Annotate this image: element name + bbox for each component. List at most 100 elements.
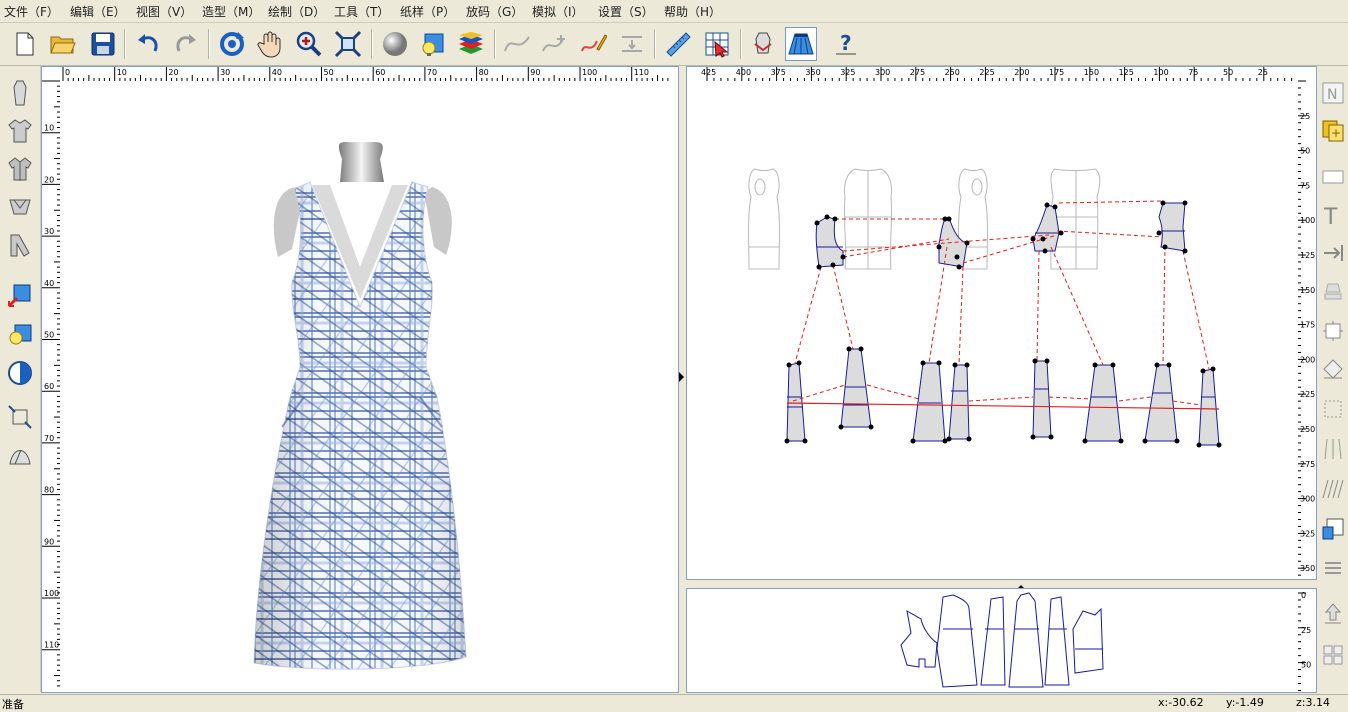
ruler-label: 200 [1300, 355, 1315, 364]
ruler-label: 400 [736, 68, 751, 77]
sphere-shading-icon[interactable] [379, 27, 411, 61]
redo-icon[interactable] [170, 27, 202, 61]
light-bulb-icon[interactable] [417, 27, 449, 61]
ruler-label: 40 [272, 68, 282, 77]
tshirt-icon[interactable] [4, 114, 36, 148]
ruler-label: 325 [840, 68, 855, 77]
layers-icon[interactable] [455, 27, 487, 61]
new-file-icon[interactable] [9, 27, 41, 61]
shape-icon[interactable] [4, 438, 36, 472]
ruler-label: 50 [44, 331, 54, 340]
help-icon[interactable]: ? [830, 27, 862, 61]
ruler-label: 10 [117, 68, 127, 77]
sleeve-icon[interactable] [4, 228, 36, 262]
pan-hand-icon[interactable] [254, 27, 286, 61]
ruler-label: 425 [701, 68, 716, 77]
rectangle-icon[interactable] [1320, 162, 1346, 192]
ruler-label: 110 [634, 68, 649, 77]
rotate-view-icon[interactable] [216, 27, 248, 61]
zoom-icon[interactable] [293, 27, 325, 61]
grid-four-icon[interactable] [1320, 640, 1346, 670]
pen-draw-icon[interactable] [577, 27, 609, 61]
menu-pattern[interactable]: 纸样（P） [400, 3, 455, 20]
ruler-label: 100 [1153, 68, 1168, 77]
fit-view-icon[interactable] [332, 27, 364, 61]
splitter-handle[interactable] [679, 372, 685, 382]
menu-draw[interactable]: 绘制（D） [268, 3, 325, 20]
menu-simulate[interactable]: 模拟（I） [532, 3, 584, 20]
stamp-icon[interactable] [1320, 276, 1346, 306]
ruler-label: 225 [1300, 390, 1315, 399]
ruler-label: 325 [1300, 529, 1315, 538]
ruler-label: 40 [44, 279, 54, 288]
frame-icon[interactable] [1320, 316, 1346, 346]
3d-view-panel[interactable]: 0 10 20 30 40 50 60 70 80 90 100 110 10 20 30 40 50 60 70… [41, 66, 679, 693]
diamond-icon[interactable] [1320, 354, 1346, 384]
curve-edit-icon[interactable] [539, 27, 571, 61]
transform-icon[interactable] [4, 400, 36, 434]
mannequin-pattern-icon[interactable] [747, 27, 779, 61]
svg-text:N: N [1327, 87, 1337, 103]
piece-info-icon[interactable] [1320, 514, 1346, 544]
left-toolbox [0, 66, 41, 692]
upload-icon[interactable] [1320, 598, 1346, 628]
panel-splitter-handle[interactable] [1016, 580, 1026, 590]
3d-view-canvas[interactable]: 0 10 20 30 40 50 60 70 80 90 100 110 10 20 30 40 50 60 70… [42, 67, 678, 692]
menu-settings[interactable]: 设置（S） [598, 3, 654, 20]
undo-icon[interactable] [132, 27, 164, 61]
2d-pattern-panel[interactable]: 425 400 375 350 325 300 275 250 225 200 175 150 125 1… [686, 66, 1317, 580]
menu-view[interactable]: 视图（V） [136, 3, 192, 20]
pattern-layout-panel[interactable]: 0 25 50 [686, 588, 1317, 693]
menu-file[interactable]: 文件（F） [4, 3, 59, 20]
menu-edit[interactable]: 编辑（E） [70, 3, 126, 20]
collar-icon[interactable] [4, 190, 36, 224]
list-icon[interactable] [1320, 554, 1346, 584]
open-folder-icon[interactable] [47, 27, 79, 61]
ruler-label: 70 [44, 434, 54, 443]
ruler-icon[interactable] [662, 27, 694, 61]
mannequin-icon[interactable] [4, 76, 36, 110]
skirt-pattern-icon[interactable] [785, 27, 817, 61]
menu-help[interactable]: 帮助（H） [664, 3, 721, 20]
n-label-icon[interactable]: N [1320, 78, 1346, 108]
pleat-icon[interactable] [1320, 474, 1346, 504]
pattern-layout-canvas[interactable]: 0 25 50 [687, 589, 1316, 692]
light-box-icon[interactable] [4, 318, 36, 352]
ruler-label: 25 [1301, 626, 1311, 635]
right-toolbox: N T [1318, 66, 1348, 692]
menu-tools[interactable]: 工具（T） [334, 3, 389, 20]
curve-icon[interactable] [501, 27, 533, 61]
ruler-label: 60 [375, 68, 385, 77]
grid-select-icon[interactable] [701, 27, 733, 61]
pattern-copy-icon[interactable] [1320, 116, 1346, 146]
ruler-label: 250 [1300, 425, 1315, 434]
ruler-label: 175 [1300, 321, 1315, 330]
shirt-icon[interactable] [4, 152, 36, 186]
menu-bar: 文件（F） 编辑（E） 视图（V） 造型（M） 绘制（D） 工具（T） 纸样（P… [0, 0, 1348, 23]
svg-text:?: ? [840, 31, 852, 55]
measure-icon[interactable] [616, 27, 648, 61]
ruler-label: 100 [1300, 216, 1315, 225]
ruler-label: 90 [530, 68, 540, 77]
mannequin-neck [338, 141, 384, 182]
box-arrow-icon[interactable] [4, 278, 36, 312]
ruler-label: 175 [1049, 68, 1064, 77]
ruler-label: 0 [65, 68, 70, 77]
text-tool-icon[interactable]: T [1320, 200, 1346, 230]
ruler-label: 150 [1300, 286, 1315, 295]
half-sphere-icon[interactable] [4, 356, 36, 390]
ruler-label: 250 [945, 68, 960, 77]
split-icon[interactable] [1320, 434, 1346, 464]
align-arrow-icon[interactable] [1320, 238, 1346, 268]
pattern-canvas[interactable]: 425 400 375 350 325 300 275 250 225 200 175 150 125 1… [687, 67, 1316, 579]
ruler-label: 150 [1084, 68, 1099, 77]
status-z-coord: z:3.14 [1296, 696, 1330, 709]
menu-grading[interactable]: 放码（G） [466, 3, 523, 20]
dashed-rect-icon[interactable] [1320, 394, 1346, 424]
ruler-label: 100 [44, 589, 59, 598]
status-y-coord: y:-1.49 [1226, 696, 1264, 709]
status-x-coord: x:-30.62 [1158, 696, 1204, 709]
menu-modeling[interactable]: 造型（M） [202, 3, 260, 20]
ruler-label: 350 [805, 68, 820, 77]
save-icon[interactable] [87, 27, 119, 61]
